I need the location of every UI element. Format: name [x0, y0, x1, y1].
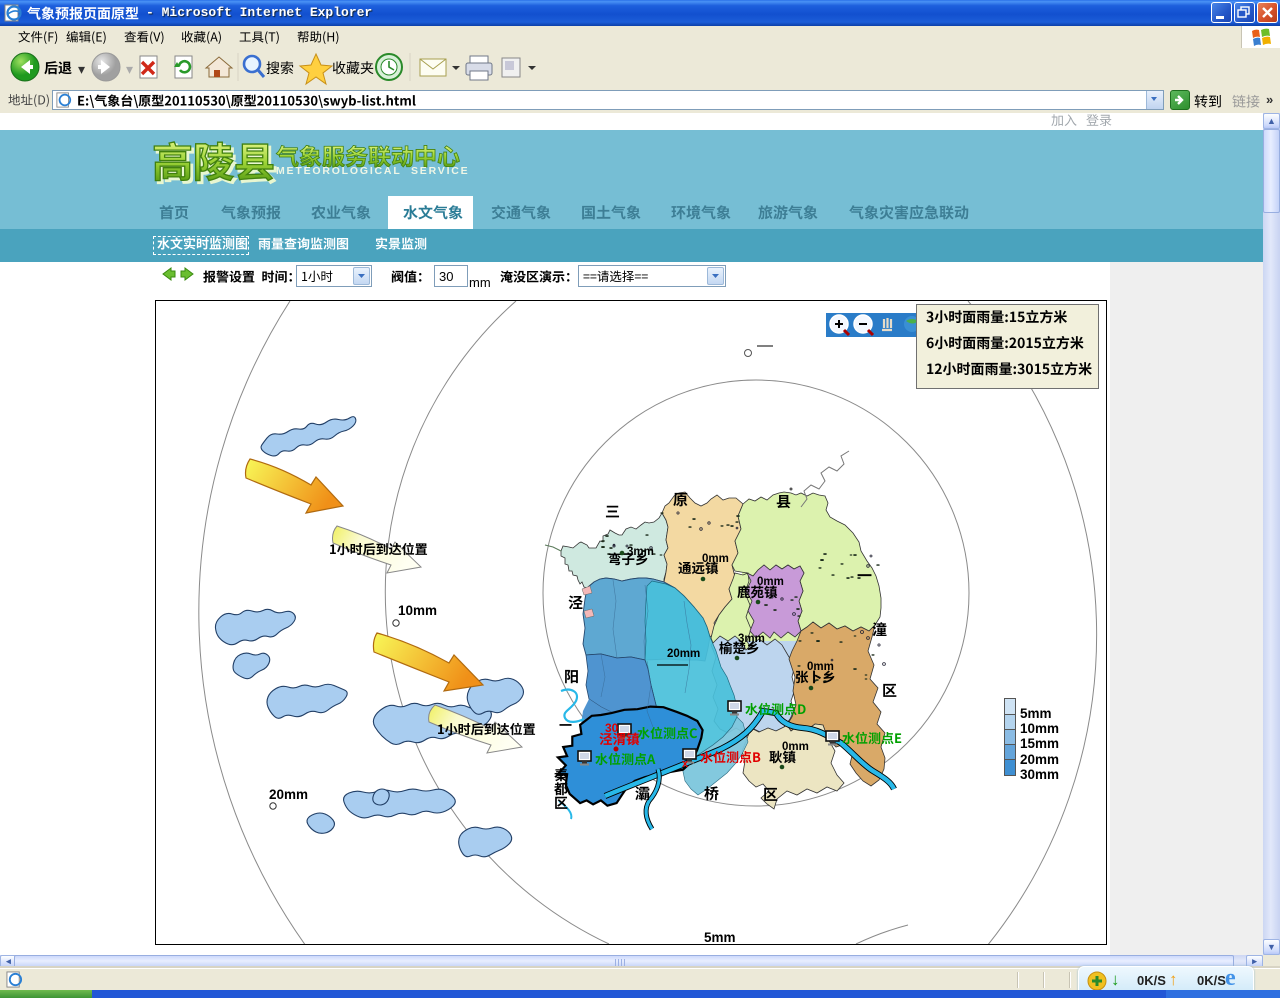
- svg-text:0mm: 0mm: [807, 661, 834, 673]
- svg-text:0mm: 0mm: [782, 741, 809, 753]
- svg-text:20mm: 20mm: [667, 648, 700, 660]
- svg-text:20mm: 20mm: [269, 787, 308, 802]
- svg-text:10mm: 10mm: [1020, 721, 1059, 736]
- svg-text:15mm: 15mm: [1020, 736, 1059, 751]
- svg-text:20mm: 20mm: [1020, 752, 1059, 767]
- svg-text:3mm: 3mm: [627, 546, 654, 558]
- svg-text:0mm: 0mm: [702, 553, 729, 565]
- svg-text:5mm: 5mm: [1020, 706, 1052, 721]
- svg-text:30: 30: [605, 721, 619, 735]
- svg-text:x: x: [682, 758, 689, 770]
- svg-text:30mm: 30mm: [1020, 767, 1059, 782]
- svg-text:5mm: 5mm: [704, 930, 736, 944]
- svg-text:0mm: 0mm: [757, 576, 784, 588]
- svg-text:10mm: 10mm: [398, 603, 437, 618]
- svg-text:3mm: 3mm: [738, 633, 765, 645]
